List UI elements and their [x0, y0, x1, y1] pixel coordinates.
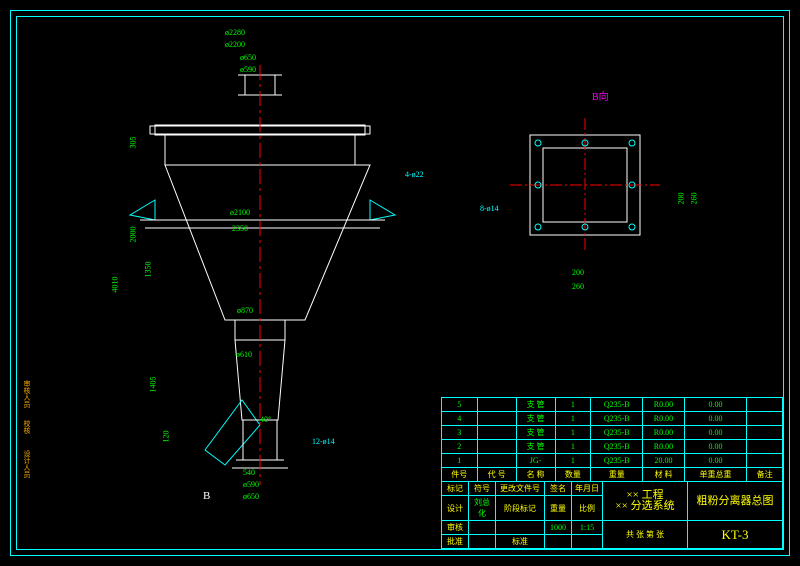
note-4d22: 4-ø22 — [405, 170, 424, 179]
dim-d590t: ø590 — [240, 65, 256, 74]
side-c: 设计人员 — [22, 450, 32, 478]
aux-w200: 200 — [572, 268, 584, 277]
dim-ang: 40° — [260, 415, 271, 424]
dim-d590b: ø590 — [243, 480, 259, 489]
dim-h1405: 1405 — [149, 377, 158, 393]
dim-d540: 540 — [243, 468, 255, 477]
side-b: 校核 — [22, 420, 32, 434]
dim-h305: 305 — [129, 137, 138, 149]
aux-view — [500, 110, 690, 280]
cad-drawing-page: ø2280 ø2200 ø650 ø590 305 2000 4010 1350… — [0, 0, 800, 566]
dim-d2100: ø2100 — [230, 208, 250, 217]
side-a: 审核人员 — [22, 380, 32, 408]
aux-w260: 260 — [572, 282, 584, 291]
title-table: 标记符号更改文件号签名年月日 ×× 工程×× 分选系统 粗粉分离器总图 设计刘总… — [441, 481, 783, 549]
bom-table: 5支 管1Q235-BR0.000.00 4支 管1Q235-BR0.000.0… — [441, 397, 783, 482]
dim-h2000: 2000 — [129, 227, 138, 243]
dim-d610: ø610 — [236, 350, 252, 359]
main-view — [110, 30, 410, 510]
dim-h120: 120 — [162, 431, 171, 443]
dim-d650b: ø650 — [243, 492, 259, 501]
view-label-b: B向 — [592, 88, 609, 103]
aux-h260: 260 — [690, 193, 699, 205]
dim-d650t: ø650 — [240, 53, 256, 62]
dim-d870: ø870 — [237, 306, 253, 315]
title-block: 5支 管1Q235-BR0.000.00 4支 管1Q235-BR0.000.0… — [441, 397, 783, 549]
dim-d2280: ø2280 — [225, 28, 245, 37]
dim-d2350: 2350 — [232, 224, 248, 233]
note-12d14: 12-ø14 — [312, 437, 335, 446]
dim-d2200: ø2200 — [225, 40, 245, 49]
dim-h4010: 4010 — [111, 277, 120, 293]
aux-note: 8-ø14 — [480, 204, 499, 213]
dim-h1350: 1350 — [144, 262, 153, 278]
aux-h200: 200 — [677, 193, 686, 205]
arrow-b: B — [203, 490, 210, 502]
